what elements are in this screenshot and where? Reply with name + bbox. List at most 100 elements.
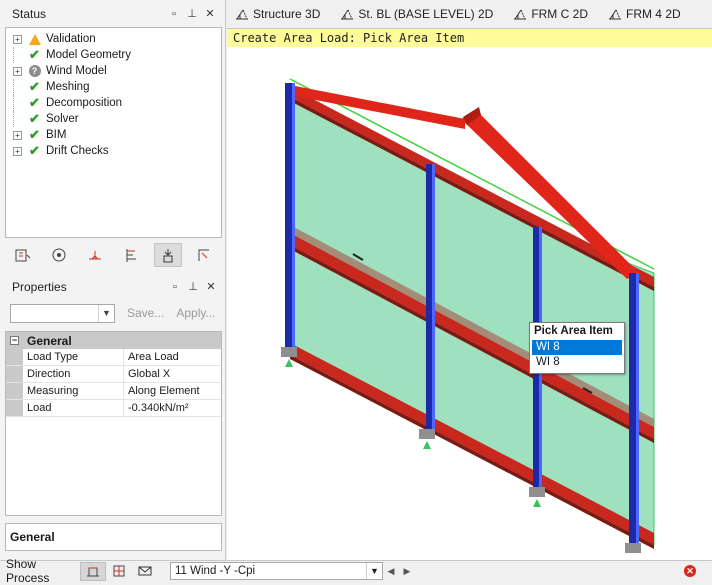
chevron-down-icon: ▼ bbox=[366, 563, 382, 579]
structure-view-button[interactable] bbox=[9, 243, 37, 267]
process-view-button[interactable] bbox=[80, 561, 106, 581]
wind-icon bbox=[52, 248, 66, 262]
property-value[interactable]: -0.340kN/m² bbox=[124, 400, 221, 416]
status-item[interactable]: + ✔ Drift Checks bbox=[6, 143, 221, 159]
properties-panel-title: Properties bbox=[12, 279, 67, 294]
drift-icon bbox=[198, 249, 209, 261]
status-item[interactable]: + Validation bbox=[6, 31, 221, 47]
check-icon: ✔ bbox=[29, 47, 40, 62]
tree-line bbox=[13, 79, 22, 95]
view-tabs: Structure 3D St. BL (BASE LEVEL) 2D FRM C … bbox=[227, 0, 712, 29]
tree-line bbox=[13, 111, 22, 127]
tab-label: FRM C 2D bbox=[531, 7, 588, 21]
elevation-view-button[interactable] bbox=[118, 243, 146, 267]
tab-label: St. BL (BASE LEVEL) 2D bbox=[358, 7, 494, 21]
status-item-label: Solver bbox=[46, 113, 79, 125]
property-value[interactable]: Along Element bbox=[124, 383, 221, 399]
property-row[interactable]: Measuring Along Element bbox=[6, 383, 221, 400]
close-icon[interactable]: ✕ bbox=[202, 280, 220, 293]
status-item-label: Model Geometry bbox=[46, 49, 132, 61]
status-item[interactable]: ✔ Model Geometry bbox=[6, 47, 221, 63]
status-bar: Show Process 11 Wind -Y -Cpi ▼ ◀ ▶ ✕ bbox=[0, 557, 712, 585]
view-tab[interactable]: Structure 3D bbox=[227, 0, 332, 29]
question-icon: ? bbox=[28, 65, 41, 78]
property-key: Direction bbox=[23, 366, 124, 382]
structure-3d-model bbox=[281, 78, 655, 553]
properties-toolbar: ▼ Save... Apply... bbox=[10, 303, 222, 323]
pin-icon[interactable]: ⊥ bbox=[183, 7, 201, 20]
load-view-button[interactable] bbox=[153, 243, 182, 267]
check-icon: ✔ bbox=[29, 127, 40, 142]
previous-icon[interactable]: ◀ bbox=[383, 562, 399, 580]
property-set-combo[interactable]: ▼ bbox=[10, 303, 115, 323]
property-row[interactable]: Load -0.340kN/m² bbox=[6, 400, 221, 417]
status-item[interactable]: +? Wind Model bbox=[6, 63, 221, 79]
panel-menu-icon[interactable]: ▫ bbox=[166, 281, 184, 293]
expand-icon[interactable]: + bbox=[13, 34, 22, 44]
property-value[interactable]: Area Load bbox=[124, 349, 221, 365]
error-icon[interactable]: ✕ bbox=[684, 565, 696, 577]
status-item-label: Wind Model bbox=[46, 65, 107, 77]
status-item-label: Validation bbox=[46, 33, 96, 45]
view-icon bbox=[341, 9, 354, 20]
load-case-combo[interactable]: 11 Wind -Y -Cpi ▼ bbox=[170, 562, 383, 580]
tree-line bbox=[13, 95, 22, 111]
status-tree: + Validation ✔ Model Geometry +? Wind Model ✔ M… bbox=[5, 27, 222, 238]
view-icon bbox=[514, 9, 527, 20]
status-toolbar bbox=[5, 240, 222, 270]
panel-menu-icon[interactable]: ▫ bbox=[165, 8, 183, 20]
row-gutter bbox=[6, 366, 23, 382]
pick-area-item-popup: Pick Area Item WI 8 WI 8 bbox=[529, 322, 625, 374]
check-icon: ✔ bbox=[29, 143, 40, 158]
mesh-icon bbox=[113, 565, 125, 577]
apply-button[interactable]: Apply... bbox=[176, 306, 215, 320]
status-item[interactable]: ✔ Solver bbox=[6, 111, 221, 127]
structure-icon bbox=[15, 249, 31, 262]
load-icon bbox=[163, 249, 173, 263]
property-key: Load bbox=[23, 400, 124, 416]
next-icon[interactable]: ▶ bbox=[399, 562, 415, 580]
property-value[interactable]: Global X bbox=[124, 366, 221, 382]
view-tab[interactable]: FRM 4 2D bbox=[600, 0, 693, 29]
view-icon bbox=[608, 9, 621, 20]
property-description: General bbox=[5, 523, 222, 551]
property-grid: − General Load Type Area Load Direction Glo… bbox=[5, 331, 222, 516]
description-title: General bbox=[10, 530, 55, 544]
status-panel-title: Status bbox=[12, 6, 47, 21]
status-item[interactable]: ✔ Decomposition bbox=[6, 95, 221, 111]
mesh-view-button[interactable] bbox=[106, 562, 132, 581]
popup-item[interactable]: WI 8 bbox=[532, 355, 622, 370]
tree-line bbox=[13, 47, 22, 63]
model-viewport[interactable] bbox=[227, 47, 712, 560]
status-item[interactable]: ✔ Meshing bbox=[6, 79, 221, 95]
frame-icon bbox=[87, 567, 99, 577]
support-view-button[interactable] bbox=[81, 243, 109, 267]
wind-view-button[interactable] bbox=[45, 243, 73, 267]
expand-icon[interactable]: + bbox=[13, 130, 22, 140]
save-button[interactable]: Save... bbox=[127, 306, 164, 320]
property-row[interactable]: Load Type Area Load bbox=[6, 349, 221, 366]
status-item-label: Meshing bbox=[46, 81, 90, 93]
check-icon: ✔ bbox=[29, 111, 40, 126]
chevron-down-icon: ▼ bbox=[98, 304, 114, 322]
popup-title: Pick Area Item bbox=[534, 325, 613, 337]
property-key: Load Type bbox=[23, 349, 124, 365]
warning-icon bbox=[28, 33, 41, 46]
property-row[interactable]: Direction Global X bbox=[6, 366, 221, 383]
view-tab[interactable]: FRM C 2D bbox=[505, 0, 600, 29]
row-gutter bbox=[6, 400, 23, 416]
drift-view-button[interactable] bbox=[190, 243, 218, 267]
property-category[interactable]: − General bbox=[6, 332, 221, 349]
expand-icon[interactable]: + bbox=[13, 146, 22, 156]
status-item-label: Drift Checks bbox=[46, 145, 109, 157]
popup-item[interactable]: WI 8 bbox=[532, 340, 622, 355]
pin-icon[interactable]: ⊥ bbox=[184, 280, 202, 293]
expand-icon[interactable]: + bbox=[13, 66, 22, 76]
status-item-label: Decomposition bbox=[46, 97, 123, 109]
close-icon[interactable]: ✕ bbox=[201, 7, 219, 20]
view-tab[interactable]: St. BL (BASE LEVEL) 2D bbox=[332, 0, 505, 29]
message-button[interactable] bbox=[132, 562, 158, 581]
column[interactable] bbox=[281, 83, 297, 367]
collapse-icon[interactable]: − bbox=[10, 336, 19, 345]
status-item[interactable]: + ✔ BIM bbox=[6, 127, 221, 143]
